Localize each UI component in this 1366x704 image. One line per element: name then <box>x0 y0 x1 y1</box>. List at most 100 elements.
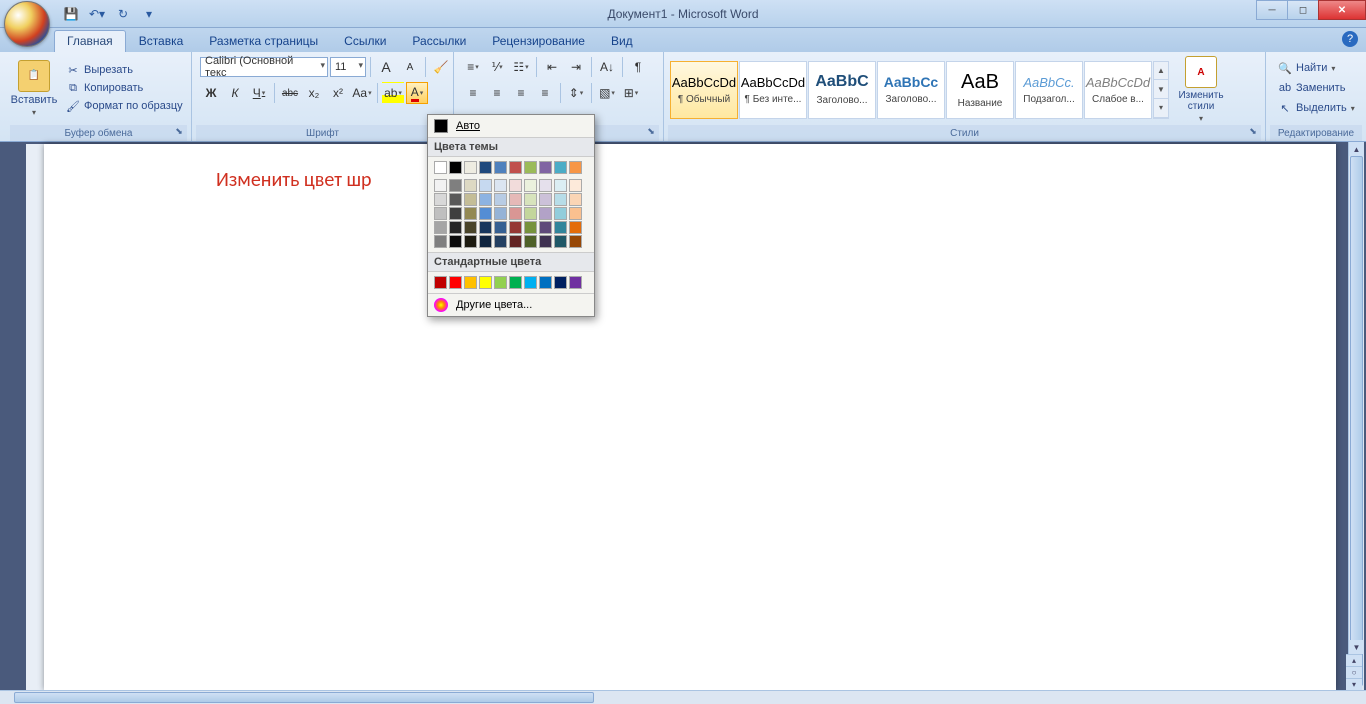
replace-button[interactable]: abЗаменить <box>1274 79 1359 97</box>
bold-button[interactable]: Ж <box>200 82 222 104</box>
font-family-combo[interactable]: Calibri (Основной текс <box>200 57 328 77</box>
color-swatch[interactable] <box>569 207 582 220</box>
color-swatch[interactable] <box>479 179 492 192</box>
tab-references[interactable]: Ссылки <box>331 30 399 52</box>
color-swatch[interactable] <box>524 179 537 192</box>
vertical-scrollbar[interactable]: ▲ ▼ ▴ ○ ▾ <box>1348 142 1364 690</box>
style-item-5[interactable]: AaBbCc.Подзагол... <box>1015 61 1083 119</box>
color-swatch[interactable] <box>449 221 462 234</box>
color-swatch[interactable] <box>434 235 447 248</box>
save-button[interactable]: 💾 <box>60 4 82 24</box>
color-swatch[interactable] <box>449 235 462 248</box>
color-swatch[interactable] <box>539 161 552 174</box>
horizontal-scrollbar[interactable] <box>0 690 1366 704</box>
color-swatch[interactable] <box>434 179 447 192</box>
color-swatch[interactable] <box>569 276 582 289</box>
maximize-button[interactable]: ◻ <box>1287 0 1319 20</box>
strike-button[interactable]: abc <box>279 82 301 104</box>
color-swatch[interactable] <box>449 179 462 192</box>
change-styles-button[interactable]: A Изменить стили ▾ <box>1171 56 1231 124</box>
superscript-button[interactable]: x² <box>327 82 349 104</box>
color-swatch[interactable] <box>494 193 507 206</box>
color-swatch[interactable] <box>569 193 582 206</box>
color-swatch[interactable] <box>494 207 507 220</box>
color-swatch[interactable] <box>509 179 522 192</box>
underline-button[interactable]: Ч <box>248 82 270 104</box>
color-swatch[interactable] <box>539 179 552 192</box>
bullets-button[interactable]: ≡ <box>462 56 484 78</box>
vscroll-thumb[interactable] <box>1350 156 1363 686</box>
align-center-button[interactable]: ≡ <box>486 82 508 104</box>
color-swatch[interactable] <box>464 179 477 192</box>
color-swatch[interactable] <box>554 207 567 220</box>
shading-button[interactable]: ▧ <box>596 82 618 104</box>
font-color-button[interactable]: A <box>406 82 428 104</box>
color-swatch[interactable] <box>479 207 492 220</box>
vertical-ruler[interactable] <box>26 144 44 690</box>
color-swatch[interactable] <box>494 221 507 234</box>
color-swatch[interactable] <box>554 276 567 289</box>
paste-button[interactable]: 📋 Вставить ▾ <box>10 54 58 122</box>
color-swatch[interactable] <box>509 276 522 289</box>
color-swatch[interactable] <box>449 193 462 206</box>
next-page-button[interactable]: ▾ <box>1346 678 1362 690</box>
highlight-button[interactable]: ab <box>382 82 404 104</box>
change-case-button[interactable]: Aa <box>351 82 373 104</box>
sort-button[interactable]: A↓ <box>596 56 618 78</box>
select-button[interactable]: ↖Выделить ▾ <box>1274 99 1359 117</box>
color-swatch[interactable] <box>449 161 462 174</box>
line-spacing-button[interactable]: ⇕ <box>565 82 587 104</box>
office-button[interactable] <box>4 1 50 47</box>
color-swatch[interactable] <box>449 276 462 289</box>
style-item-1[interactable]: AaBbCcDd¶ Без инте... <box>739 61 807 119</box>
color-swatch[interactable] <box>494 276 507 289</box>
color-auto-button[interactable]: Авто <box>428 115 594 137</box>
color-swatch[interactable] <box>434 221 447 234</box>
prev-page-button[interactable]: ▴ <box>1346 654 1362 666</box>
tab-home[interactable]: Главная <box>54 30 126 52</box>
style-item-2[interactable]: AaBbCЗаголово... <box>808 61 876 119</box>
color-swatch[interactable] <box>554 221 567 234</box>
color-swatch[interactable] <box>434 161 447 174</box>
align-left-button[interactable]: ≡ <box>462 82 484 104</box>
tab-review[interactable]: Рецензирование <box>479 30 598 52</box>
color-swatch[interactable] <box>494 161 507 174</box>
redo-button[interactable]: ↻ <box>112 4 134 24</box>
style-item-6[interactable]: AaBbCcDdСлабое в... <box>1084 61 1152 119</box>
align-right-button[interactable]: ≡ <box>510 82 532 104</box>
minimize-button[interactable]: ─ <box>1256 0 1288 20</box>
copy-button[interactable]: ⧉Копировать <box>62 80 187 96</box>
format-painter-button[interactable]: 🖌Формат по образцу <box>62 98 187 114</box>
color-swatch[interactable] <box>539 193 552 206</box>
show-marks-button[interactable]: ¶ <box>627 56 649 78</box>
color-swatch[interactable] <box>509 161 522 174</box>
scroll-down-button[interactable]: ▼ <box>1349 640 1364 654</box>
italic-button[interactable]: К <box>224 82 246 104</box>
color-swatch[interactable] <box>434 276 447 289</box>
color-swatch[interactable] <box>539 276 552 289</box>
browse-object-button[interactable]: ○ <box>1346 666 1362 678</box>
qat-customize[interactable]: ▾ <box>138 4 160 24</box>
color-swatch[interactable] <box>479 221 492 234</box>
styles-gallery-more[interactable]: ▲▼▾ <box>1153 61 1169 119</box>
color-swatch[interactable] <box>539 221 552 234</box>
tab-insert[interactable]: Вставка <box>126 30 197 52</box>
style-item-0[interactable]: AaBbCcDd¶ Обычный <box>670 61 738 119</box>
color-swatch[interactable] <box>479 235 492 248</box>
styles-expand[interactable]: ⬊ <box>1247 126 1259 138</box>
style-item-4[interactable]: АаВНазвание <box>946 61 1014 119</box>
shrink-font-button[interactable]: A <box>399 56 421 78</box>
color-swatch[interactable] <box>464 161 477 174</box>
color-swatch[interactable] <box>554 235 567 248</box>
color-swatch[interactable] <box>524 276 537 289</box>
color-swatch[interactable] <box>524 193 537 206</box>
color-swatch[interactable] <box>494 179 507 192</box>
indent-button[interactable]: ⇥ <box>565 56 587 78</box>
color-swatch[interactable] <box>464 193 477 206</box>
clear-format-button[interactable]: 🧹 <box>430 56 452 78</box>
color-swatch[interactable] <box>479 193 492 206</box>
outdent-button[interactable]: ⇤ <box>541 56 563 78</box>
page[interactable]: Изменить цвет шр <box>44 144 1336 690</box>
color-swatch[interactable] <box>434 193 447 206</box>
color-swatch[interactable] <box>479 161 492 174</box>
